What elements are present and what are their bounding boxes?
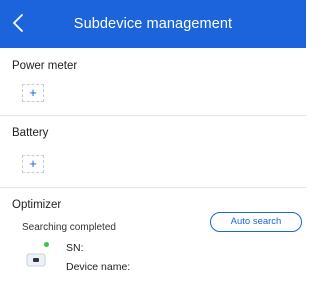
add-power-meter-button[interactable]: +: [22, 84, 44, 102]
divider: [0, 115, 306, 116]
power-meter-title: Power meter: [12, 60, 78, 72]
title-bar: Subdevice management: [0, 0, 306, 48]
subdevice-management-screen: Subdevice management Power meter + Batte…: [0, 0, 306, 284]
device-name-label: Device name:: [66, 261, 131, 273]
page-title: Subdevice management: [73, 16, 233, 32]
plus-icon: +: [29, 156, 37, 171]
divider: [0, 187, 306, 188]
optimizer-title: Optimizer: [12, 199, 62, 211]
device-sn-label: SN:: [66, 242, 84, 254]
plus-icon: +: [29, 85, 37, 100]
add-battery-button[interactable]: +: [22, 155, 44, 173]
optimizer-device-icon: [24, 246, 48, 270]
auto-search-button[interactable]: Auto search: [210, 212, 302, 232]
search-status-text: Searching completed: [22, 222, 116, 233]
battery-title: Battery: [12, 127, 49, 139]
